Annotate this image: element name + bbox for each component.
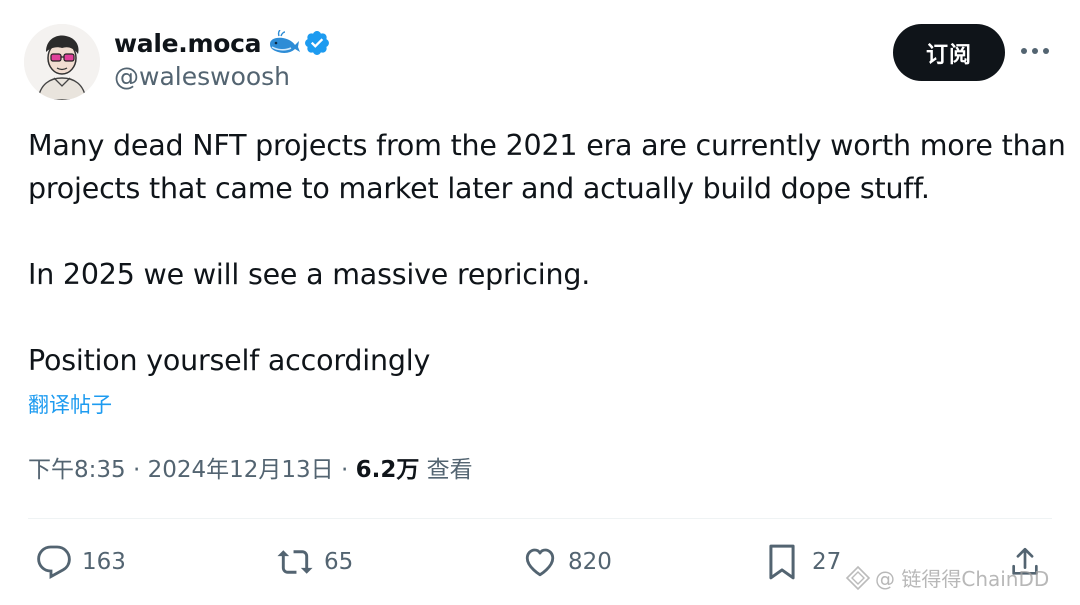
like-button[interactable]: 820 (522, 540, 612, 584)
chaindd-logo-icon (845, 565, 871, 590)
whale-icon (267, 29, 301, 56)
views-count: 6.2万 (355, 457, 420, 483)
meta-separator: · (333, 457, 356, 483)
watermark-text: @ 链得得ChainDD (875, 567, 1050, 591)
post-meta: 下午8:35 · 2024年12月13日 · 6.2万 查看 (28, 450, 473, 484)
handle[interactable]: @waleswoosh (114, 62, 331, 91)
display-name[interactable]: wale.moca (114, 29, 262, 58)
divider (28, 518, 1052, 519)
post-line: projects that came to market later and a… (28, 172, 930, 205)
more-horizontal-icon (1021, 48, 1049, 54)
subscribe-button[interactable]: 订阅 (893, 24, 1005, 81)
reply-button[interactable]: 163 (36, 540, 126, 584)
meta-separator: · (125, 457, 148, 483)
reply-icon (37, 545, 71, 579)
views-label: 查看 (419, 457, 473, 483)
post-line: In 2025 we will see a massive repricing. (28, 258, 591, 291)
repost-icon (277, 550, 313, 574)
avatar[interactable] (24, 24, 100, 100)
tweet-card: wale.moca @waleswoosh 订阅 Many dead NFT p… (0, 0, 1080, 605)
post-line: Many dead NFT projects from the 2021 era… (28, 129, 1066, 162)
watermark: @ 链得得ChainDD (845, 563, 1049, 592)
like-count: 820 (568, 549, 612, 575)
post-line: Position yourself accordingly (28, 344, 431, 377)
name-row: wale.moca (114, 26, 331, 60)
verified-badge-icon[interactable] (303, 29, 331, 57)
bookmark-count: 27 (812, 549, 842, 575)
bookmark-button[interactable]: 27 (766, 540, 841, 584)
heart-icon (525, 548, 555, 577)
author-block: wale.moca @waleswoosh (114, 26, 331, 91)
repost-count: 65 (324, 549, 354, 575)
avatar-illustration (24, 24, 100, 100)
post-time[interactable]: 下午8:35 (28, 457, 126, 483)
reply-count: 163 (82, 549, 126, 575)
translate-post-link[interactable]: 翻译帖子 (28, 389, 112, 419)
post-date[interactable]: 2024年12月13日 (148, 457, 334, 483)
repost-button[interactable]: 65 (276, 540, 353, 584)
post-text: Many dead NFT projects from the 2021 era… (28, 124, 1068, 382)
more-options-button[interactable] (1018, 38, 1052, 64)
bookmark-icon (769, 544, 795, 580)
